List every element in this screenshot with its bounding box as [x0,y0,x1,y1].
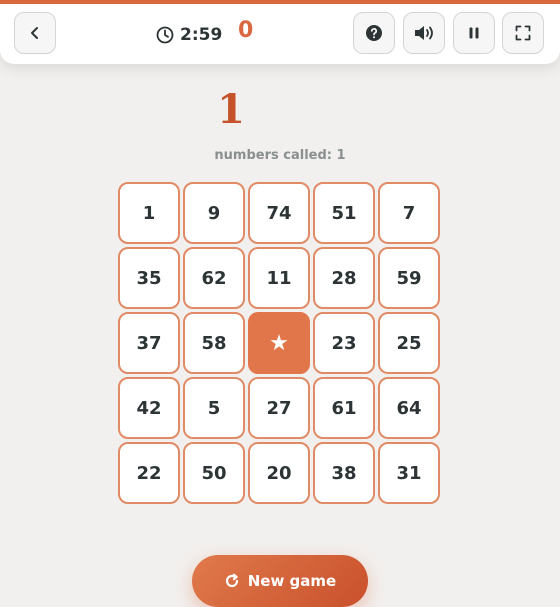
bingo-cell-free[interactable]: ★ [248,312,310,374]
numbers-called-line: numbers called: 1 [0,148,560,163]
bingo-cell[interactable]: 28 [313,247,375,309]
help-icon [366,25,382,41]
bingo-cell[interactable]: 35 [118,247,180,309]
bingo-cell[interactable]: 64 [378,377,440,439]
pause-icon [469,27,479,39]
help-button[interactable] [353,12,395,54]
bingo-cell[interactable]: 59 [378,247,440,309]
bingo-cell[interactable]: 74 [248,182,310,244]
bingo-cell[interactable]: 20 [248,442,310,504]
back-icon [31,27,38,39]
bingo-cell[interactable]: 38 [313,442,375,504]
new-game-label: New game [247,572,337,590]
sound-icon [415,26,433,40]
restart-icon [225,573,238,588]
sound-button[interactable] [403,12,445,54]
timer: 2:59 [156,20,222,50]
top-toolbar: 2:59 0 [0,0,560,64]
fullscreen-button[interactable] [502,12,544,54]
bingo-cell[interactable]: 1 [118,182,180,244]
bingo-cell[interactable]: 25 [378,312,440,374]
last-called-number: 1 [217,86,245,133]
bingo-cell[interactable]: 58 [183,312,245,374]
back-button[interactable] [14,12,56,54]
bingo-cell[interactable]: 62 [183,247,245,309]
bingo-cell[interactable]: 5 [183,377,245,439]
bingo-cell[interactable]: 50 [183,442,245,504]
fullscreen-icon [515,25,531,41]
bingo-cell[interactable]: 37 [118,312,180,374]
bingo-cell[interactable]: 7 [378,182,440,244]
bingo-cell[interactable]: 23 [313,312,375,374]
clock-icon [156,26,174,44]
bingo-cell[interactable]: 51 [313,182,375,244]
numbers-called-count: 1 [336,148,346,163]
bingo-cell[interactable]: 31 [378,442,440,504]
new-game-button[interactable]: New game [192,555,368,607]
numbers-called-label: numbers called: [214,148,337,163]
bingo-board: 1 9 74 51 7 35 62 11 28 59 37 58 ★ 23 25 42 5 27 61 64 22 50 2… [118,182,440,504]
bingo-cell[interactable]: 9 [183,182,245,244]
bingo-cell[interactable]: 61 [313,377,375,439]
timer-value: 2:59 [180,25,223,45]
bingo-cell[interactable]: 42 [118,377,180,439]
bingo-cell[interactable]: 27 [248,377,310,439]
bingo-cell[interactable]: 11 [248,247,310,309]
score-value: 0 [238,18,254,43]
pause-button[interactable] [453,12,495,54]
bingo-cell[interactable]: 22 [118,442,180,504]
